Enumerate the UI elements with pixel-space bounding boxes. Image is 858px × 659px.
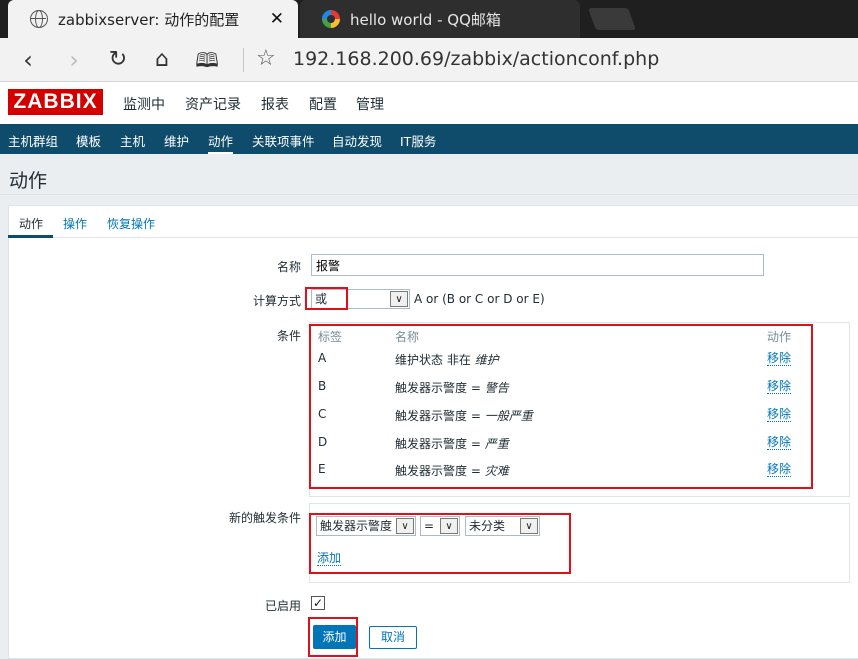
new-condition-box (309, 503, 850, 583)
condition-name: 触发器示警度 = 严重 (395, 437, 509, 451)
subnav-hosts[interactable]: 主机 (120, 131, 145, 150)
condition-remove-link[interactable]: 移除 (767, 379, 792, 394)
globe-icon (30, 10, 48, 28)
enabled-checkbox[interactable]: ✓ (311, 596, 325, 610)
sub-nav: 主机群组 模板 主机 维护 动作 关联项事件 自动发现 IT服务 (0, 124, 858, 154)
condition-value-select[interactable]: 未分类 ∨ (465, 516, 540, 536)
new-condition-label: 新的触发条件 (228, 511, 301, 525)
condition-tag: D (318, 435, 328, 449)
calc-type-select[interactable]: 或 ∨ (311, 289, 410, 309)
condition-tag: C (318, 407, 327, 421)
conditions-header-action: 动作 (767, 330, 792, 344)
browser-tab-title: hello world - QQ邮箱 (350, 10, 501, 29)
nav-administration[interactable]: 管理 (356, 94, 384, 114)
cancel-button[interactable]: 取消 (369, 626, 417, 649)
condition-remove-link[interactable]: 移除 (767, 351, 792, 366)
tab-action[interactable]: 动作 (19, 215, 43, 232)
browser-tab-qqmail[interactable]: hello world - QQ邮箱 (300, 0, 580, 38)
condition-type-select[interactable]: 触发器示警度 ∨ (316, 516, 416, 536)
chevron-down-icon: ∨ (520, 518, 538, 534)
add-button[interactable]: 添加 (313, 625, 356, 649)
condition-tag: E (318, 462, 326, 476)
calc-type-value: 或 (315, 292, 328, 306)
subnav-templates[interactable]: 模板 (76, 131, 101, 150)
new-tab-button[interactable] (587, 8, 637, 30)
condition-name: 触发器示警度 = 警告 (395, 381, 509, 395)
top-nav: 监测中 资产记录 报表 配置 管理 (0, 82, 858, 124)
tab-operations[interactable]: 操作 (63, 215, 87, 232)
conditions-header-tag: 标签 (318, 330, 343, 344)
nav-inventory[interactable]: 资产记录 (185, 94, 241, 114)
chevron-down-icon: ∨ (390, 291, 408, 307)
subnav-discovery[interactable]: 自动发现 (332, 131, 382, 150)
condition-name: 触发器示警度 = 一般严重 (395, 409, 533, 423)
subnav-host-groups[interactable]: 主机群组 (8, 131, 58, 150)
nav-reports[interactable]: 报表 (261, 94, 289, 114)
condition-remove-link[interactable]: 移除 (767, 435, 792, 450)
chevron-down-icon: ∨ (440, 518, 458, 534)
tabs-divider (8, 237, 858, 238)
reload-icon[interactable]: ↻ (104, 47, 132, 73)
qq-mail-icon (322, 10, 340, 28)
condition-operator-select[interactable]: = ∨ (420, 516, 460, 536)
browser-tab-bar: zabbixserver: 动作的配置 ✕ hello world - QQ邮箱 (0, 0, 858, 38)
conditions-header-name: 名称 (395, 330, 420, 344)
condition-name: 维护状态 非在 维护 (395, 353, 499, 367)
condition-type-value: 触发器示警度 (320, 519, 393, 533)
subnav-it-services[interactable]: IT服务 (400, 131, 436, 150)
condition-tag: A (318, 351, 327, 365)
condition-value-value: 未分类 (469, 519, 506, 533)
forward-icon[interactable]: › (60, 47, 88, 73)
nav-monitoring[interactable]: 监测中 (123, 94, 165, 114)
name-input[interactable] (311, 254, 764, 276)
browser-tab-zabbix[interactable]: zabbixserver: 动作的配置 ✕ (8, 0, 298, 38)
calc-label: 计算方式 (252, 294, 301, 308)
condition-remove-link[interactable]: 移除 (767, 407, 792, 422)
condition-remove-link[interactable]: 移除 (767, 462, 792, 477)
condition-name: 触发器示警度 = 灾难 (395, 464, 509, 478)
browser-tab-title: zabbixserver: 动作的配置 (58, 10, 240, 29)
home-icon[interactable]: ⌂ (148, 47, 176, 73)
close-tab-icon[interactable]: ✕ (270, 9, 284, 29)
chevron-down-icon: ∨ (396, 518, 414, 534)
page-title: 动作 (9, 170, 48, 192)
conditions-label: 条件 (276, 329, 301, 343)
bookmark-star-icon[interactable]: ☆ (256, 46, 276, 71)
add-condition-link[interactable]: 添加 (317, 551, 342, 566)
active-tab-indicator (8, 235, 53, 238)
condition-operator-value: = (424, 519, 435, 533)
subnav-actions[interactable]: 动作 (208, 131, 234, 154)
address-divider (243, 48, 244, 72)
condition-tag: B (318, 379, 327, 393)
subnav-event-correlation[interactable]: 关联项事件 (252, 131, 315, 150)
nav-configuration[interactable]: 配置 (309, 94, 337, 114)
back-icon[interactable]: ‹ (14, 47, 42, 73)
zabbix-logo[interactable]: ZABBIX (8, 89, 103, 115)
address-bar: ‹ › ↻ ⌂ 🕮 ☆ 192.168.200.69/zabbix/action… (0, 38, 858, 82)
url-field[interactable]: 192.168.200.69/zabbix/actionconf.php (293, 48, 659, 70)
subnav-maintenance[interactable]: 维护 (164, 131, 189, 150)
enabled-label: 已启用 (264, 599, 301, 613)
name-label: 名称 (276, 260, 301, 274)
title-divider (0, 194, 858, 195)
tab-recovery-operations[interactable]: 恢复操作 (107, 215, 155, 232)
reading-icon[interactable]: 🕮 (193, 47, 221, 73)
calc-expression: A or (B or C or D or E) (414, 292, 545, 306)
